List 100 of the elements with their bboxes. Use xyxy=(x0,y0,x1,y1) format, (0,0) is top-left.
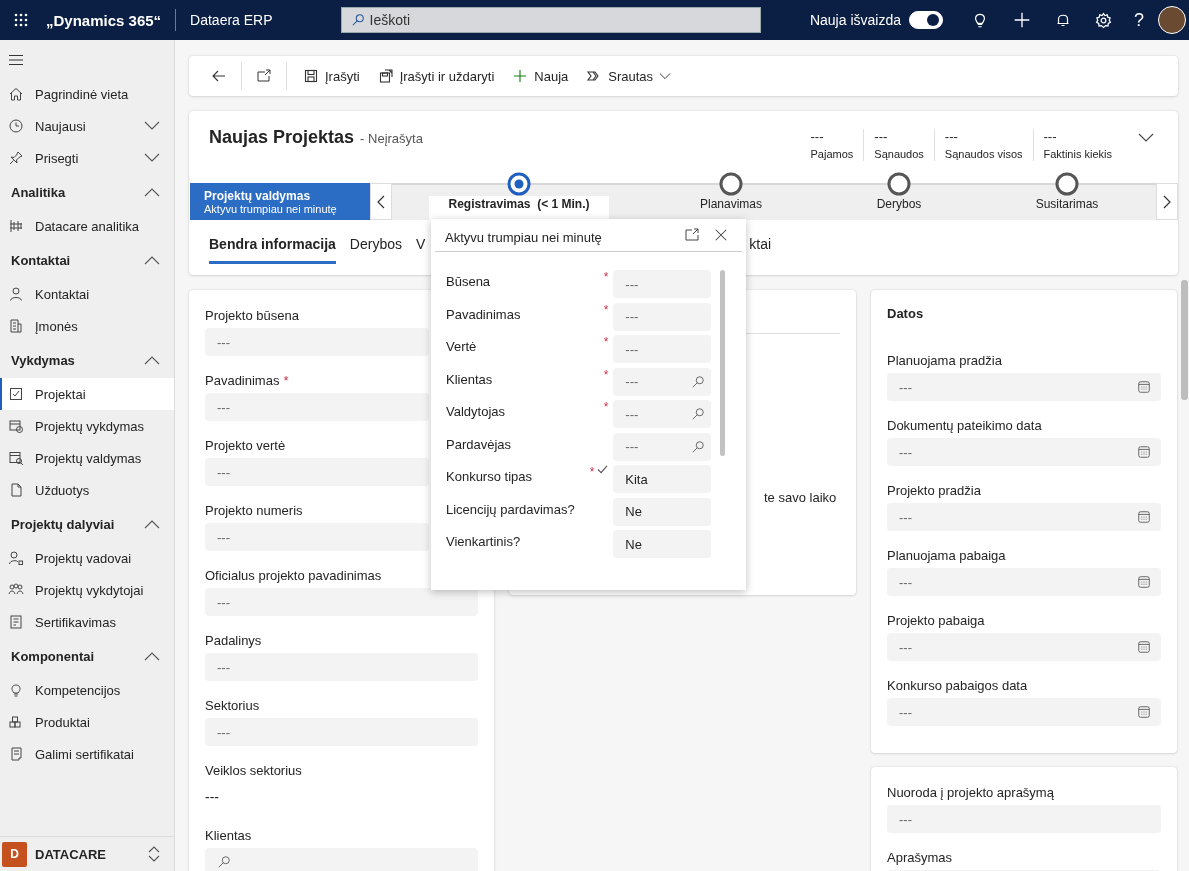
plus-icon[interactable] xyxy=(1013,11,1031,29)
help-button[interactable]: ? xyxy=(1134,9,1144,31)
nav-group-header[interactable]: Kontaktai xyxy=(0,242,174,278)
brand-title[interactable]: „Dynamics 365“ xyxy=(46,11,162,29)
search-icon xyxy=(350,13,365,27)
back-arrow-icon[interactable] xyxy=(211,68,227,84)
tab[interactable]: Bendra informacija xyxy=(209,232,336,264)
avatar[interactable] xyxy=(1158,6,1186,34)
input-field[interactable]: --- xyxy=(205,588,478,616)
toggle-switch[interactable] xyxy=(909,11,943,29)
nav-item[interactable]: Įmonės xyxy=(0,310,174,342)
input-field[interactable]: Kita xyxy=(613,465,711,493)
date-field[interactable]: --- xyxy=(887,568,1161,596)
app-name[interactable]: Dataera ERP xyxy=(190,12,273,28)
required-mark: * xyxy=(589,465,595,479)
nav-item[interactable]: Galimi sertifikatai xyxy=(0,738,174,770)
scrollbar[interactable] xyxy=(720,270,725,456)
building-icon xyxy=(8,318,24,334)
scrollbar[interactable] xyxy=(1181,280,1188,400)
nav-item[interactable]: Projektų vykdymas xyxy=(0,410,174,442)
input-field[interactable]: --- xyxy=(205,458,429,486)
field-label: Būsena xyxy=(446,273,492,289)
kpi-label: Sąnaudos visos xyxy=(944,148,1023,160)
bell-icon[interactable] xyxy=(1055,12,1071,28)
input-field[interactable]: --- xyxy=(205,393,429,421)
input-field[interactable]: Ne xyxy=(613,530,711,558)
input-field[interactable] xyxy=(205,848,478,871)
date-field[interactable]: --- xyxy=(887,503,1161,531)
nav-group-header[interactable]: Vykdymas xyxy=(0,342,174,378)
date-field[interactable]: --- xyxy=(887,438,1161,466)
nav-item[interactable]: Sertifikavimas xyxy=(0,606,174,638)
nav-item[interactable]: Prisegti xyxy=(0,142,174,174)
date-field[interactable]: --- xyxy=(887,373,1161,401)
nav-item[interactable]: Kontaktai xyxy=(0,278,174,310)
nav-item[interactable]: Datacare analitika xyxy=(0,210,174,242)
app-launcher-icon[interactable] xyxy=(14,13,28,27)
field-label: Oficialus projekto pavadinimas xyxy=(205,567,382,585)
record-title: Naujas Projektas xyxy=(209,127,355,148)
date-field[interactable]: --- xyxy=(887,698,1161,726)
close-icon[interactable] xyxy=(714,228,728,242)
save-icon xyxy=(303,68,319,84)
nav-item[interactable]: Naujausi xyxy=(0,110,174,142)
nav-group-header[interactable]: Komponentai xyxy=(0,638,174,674)
area-badge: D xyxy=(2,841,27,867)
input-field[interactable]: Ne xyxy=(613,497,711,526)
field-label: Klientas xyxy=(446,370,494,387)
nav-item[interactable]: Projektų vykdytojai xyxy=(0,574,174,606)
process-stage[interactable]: Susitarimas xyxy=(983,172,1151,220)
command-button[interactable]: Įrašyti xyxy=(297,64,366,88)
input-field[interactable]: --- xyxy=(613,302,711,331)
command-button[interactable]: Įrašyti ir uždaryti xyxy=(371,64,501,88)
active-stage[interactable]: Projektų valdymas Aktyvu trumpiau nei minutę xyxy=(190,183,370,220)
stage-circle-icon xyxy=(1055,172,1079,196)
input-field[interactable]: --- xyxy=(613,432,711,461)
nav-item[interactable]: Pagrindinė vieta xyxy=(0,78,174,110)
nav-item[interactable]: Projektų valdymas xyxy=(0,442,174,474)
field-label: Konkurso tipas xyxy=(446,468,533,484)
field-label: Aprašymas xyxy=(887,849,953,867)
input-field[interactable]: --- xyxy=(613,400,711,428)
input-field[interactable]: --- xyxy=(205,523,429,551)
search-field[interactable]: Ieškoti xyxy=(340,7,761,33)
home-icon xyxy=(8,86,24,102)
chevron-icon[interactable] xyxy=(1138,133,1154,143)
chevron-left-icon xyxy=(377,194,385,209)
input-field[interactable]: --- xyxy=(613,270,711,298)
chevron-right-icon xyxy=(1163,194,1171,209)
input-field[interactable]: --- xyxy=(205,718,478,746)
field-label: Valdytojas xyxy=(446,403,506,419)
save-status: - Neįrašyta xyxy=(360,131,423,146)
save-close-icon xyxy=(377,68,394,84)
tab[interactable]: Derybos xyxy=(349,232,402,264)
tab[interactable]: ktai xyxy=(749,232,772,264)
process-stage[interactable]: Derybos xyxy=(815,172,983,220)
nav-item[interactable]: Kompetencijos xyxy=(0,674,174,706)
menu-icon[interactable] xyxy=(8,54,24,66)
input-field[interactable]: --- xyxy=(613,335,711,363)
nav-item[interactable]: Užduotys xyxy=(0,474,174,506)
nav-item[interactable]: Projektų vadovai xyxy=(0,542,174,574)
settings-icon[interactable] xyxy=(1095,11,1112,29)
input-field[interactable]: --- xyxy=(205,328,429,356)
nav-group-header[interactable]: Analitika xyxy=(0,174,174,210)
date-field[interactable]: --- xyxy=(887,633,1161,661)
command-button[interactable]: Nauja xyxy=(506,64,575,88)
input-field[interactable]: --- xyxy=(613,367,711,396)
command-button[interactable]: Srautas xyxy=(580,64,678,88)
nav-group-header[interactable]: Projektų dalyviai xyxy=(0,506,174,542)
expand-icon[interactable] xyxy=(684,227,700,243)
area-switcher[interactable]: D DATACARE xyxy=(0,836,174,871)
tab[interactable]: V xyxy=(415,232,426,264)
input-field[interactable]: --- xyxy=(205,653,478,681)
nav-item[interactable]: Projektai xyxy=(0,378,174,410)
plus-icon xyxy=(512,68,529,84)
pop-out-icon[interactable] xyxy=(256,68,272,84)
search-icon xyxy=(691,374,705,389)
process-stage[interactable]: Planavimas xyxy=(647,172,815,220)
field-label: Dokumentų pateikimo data xyxy=(887,417,1042,435)
calendar-icon xyxy=(1137,575,1151,589)
nav-item[interactable]: Produktai xyxy=(0,706,174,738)
kpi-label: Pajamos xyxy=(810,148,854,160)
input-field[interactable]: --- xyxy=(887,805,1161,833)
